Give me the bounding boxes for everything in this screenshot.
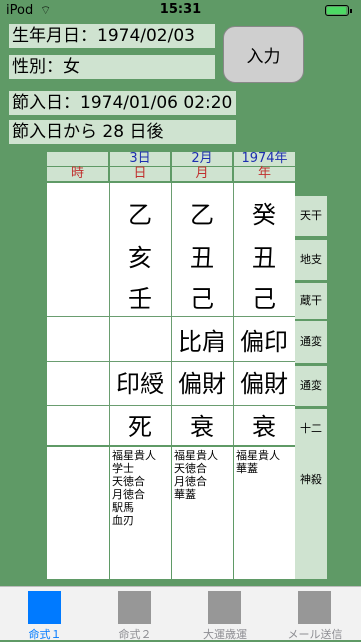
kamisatsu-item: 華蓋	[236, 462, 258, 475]
birthdate-field[interactable]: 生年月日：1974/02/03	[9, 24, 215, 48]
status-time: 15:31	[159, 2, 202, 17]
kamisatsu-item: 駅馬	[112, 501, 134, 514]
cell-zoukan-year: 己	[252, 285, 276, 313]
column-bottom-year: 年	[234, 167, 295, 181]
column-top-year: 1974年	[234, 152, 295, 166]
kamisatsu-item: 天徳合	[112, 475, 145, 488]
gender-field[interactable]: 性別：女	[9, 55, 215, 79]
cell-zoukan-day: 壬	[128, 285, 152, 313]
input-button[interactable]: 入力	[223, 26, 304, 83]
kamisatsu-item: 福星貴人	[174, 449, 218, 462]
battery-tip	[350, 9, 352, 13]
cell-chishi-month: 丑	[190, 244, 214, 272]
column-top-month: 2月	[172, 152, 232, 166]
kamisatsu-month: 福星貴人 天徳合 月徳合 華蓋	[172, 447, 233, 579]
battery-icon	[325, 5, 352, 16]
row-label-tsuhen1: 通変	[295, 321, 327, 363]
kamisatsu-item: 月徳合	[112, 488, 145, 501]
column-bottom-month: 月	[172, 167, 232, 181]
kamisatsu-item: 学士	[112, 462, 134, 475]
cell-tsuhen1-year: 偏印	[240, 328, 288, 356]
tab-meishiki2[interactable]: 命式２	[90, 587, 180, 641]
kamisatsu-item: 福星貴人	[236, 449, 280, 462]
kamisatsu-item: 天徳合	[174, 462, 207, 475]
status-bar: iPod ⌔ 15:31	[0, 0, 361, 20]
tab-meishiki2-icon	[118, 591, 151, 624]
row-label-tenkan: 天干	[295, 196, 327, 236]
row-label-juniun: 十二運	[295, 409, 327, 475]
cell-tenkan-month: 乙	[190, 201, 214, 229]
kamisatsu-day: 福星貴人 学士 天徳合 月徳合 駅馬 血刃	[110, 447, 171, 579]
setsu-date-field: 節入日：1974/01/06 02:20	[9, 91, 236, 115]
cell-tenkan-day: 乙	[128, 201, 152, 229]
kamisatsu-item: 華蓋	[174, 488, 196, 501]
setsu-after-field: 節入日から 28 日後	[9, 120, 236, 144]
kamisatsu-hour	[47, 447, 109, 579]
cell-chishi-day: 亥	[128, 244, 152, 272]
battery-level	[327, 7, 346, 14]
cell-zoukan-month: 己	[190, 285, 214, 313]
tab-mail[interactable]: メール送信	[270, 587, 360, 641]
cell-chishi-year: 丑	[252, 244, 276, 272]
row-label-zoukan: 蔵干	[295, 283, 327, 319]
tab-meishiki1[interactable]: 命式１	[0, 587, 90, 641]
tab-meishiki1-icon	[28, 591, 61, 624]
cell-juniun-day: 死	[128, 413, 152, 441]
column-top-day: 3日	[110, 152, 170, 166]
tab-daiun[interactable]: 大運歳運	[180, 587, 270, 641]
kamisatsu-year: 福星貴人 華蓋	[234, 447, 295, 579]
cell-juniun-month: 衰	[190, 413, 214, 441]
kamisatsu-item: 血刃	[112, 514, 134, 527]
cell-tsuhen2-month: 偏財	[178, 370, 226, 398]
cell-tsuhen1-month: 比肩	[178, 328, 226, 356]
cell-tsuhen2-year: 偏財	[240, 370, 288, 398]
cell-tenkan-year: 癸	[252, 201, 276, 229]
cell-tsuhen2-day: 印綬	[116, 370, 164, 398]
tab-daiun-icon	[208, 591, 241, 624]
kamisatsu-item: 福星貴人	[112, 449, 156, 462]
tab-bar: 命式１ 命式２ 大運歳運 メール送信	[0, 586, 361, 641]
row-label-kamisatsu: 神殺	[295, 447, 327, 579]
column-top-hour	[47, 152, 108, 166]
kamisatsu-item: 月徳合	[174, 475, 207, 488]
cell-juniun-year: 衰	[252, 413, 276, 441]
column-bottom-day: 日	[110, 167, 170, 181]
tab-mail-icon	[298, 591, 331, 624]
row-label-chishi: 地支	[295, 240, 327, 280]
row-label-tsuhen2: 通変	[295, 366, 327, 406]
column-bottom-hour: 時	[47, 167, 108, 181]
